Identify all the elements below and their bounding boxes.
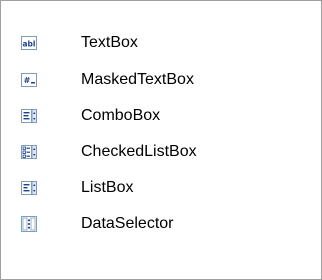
menu-item-label: TextBox <box>81 34 138 51</box>
combobox-icon <box>21 109 37 123</box>
listbox-icon <box>21 181 37 195</box>
menu-item-label: DataSelector <box>81 215 174 232</box>
textbox-icon: abl <box>21 36 37 50</box>
menu-item-label: CheckedListBox <box>81 143 197 160</box>
control-type-menu: abl TextBox # MaskedTextBox ComboBox Che… <box>0 0 322 280</box>
menu-item-maskedtextbox[interactable]: # MaskedTextBox <box>2 61 320 99</box>
menu-item-combobox[interactable]: ComboBox <box>2 97 320 135</box>
checkedlistbox-icon <box>21 145 37 159</box>
svg-text:abl: abl <box>22 40 35 49</box>
menu-item-checkedlistbox[interactable]: CheckedListBox <box>2 133 320 171</box>
menu-item-textbox[interactable]: abl TextBox <box>2 24 320 62</box>
menu-item-label: ListBox <box>81 179 134 196</box>
svg-text:#: # <box>24 76 31 85</box>
menu-item-label: ComboBox <box>81 107 161 124</box>
menu-item-dataselector[interactable]: DataSelector <box>2 205 320 243</box>
dataselector-icon <box>21 216 37 232</box>
menu-item-label: MaskedTextBox <box>81 71 194 88</box>
maskedtextbox-icon: # <box>21 73 37 87</box>
menu-item-listbox[interactable]: ListBox <box>2 169 320 207</box>
